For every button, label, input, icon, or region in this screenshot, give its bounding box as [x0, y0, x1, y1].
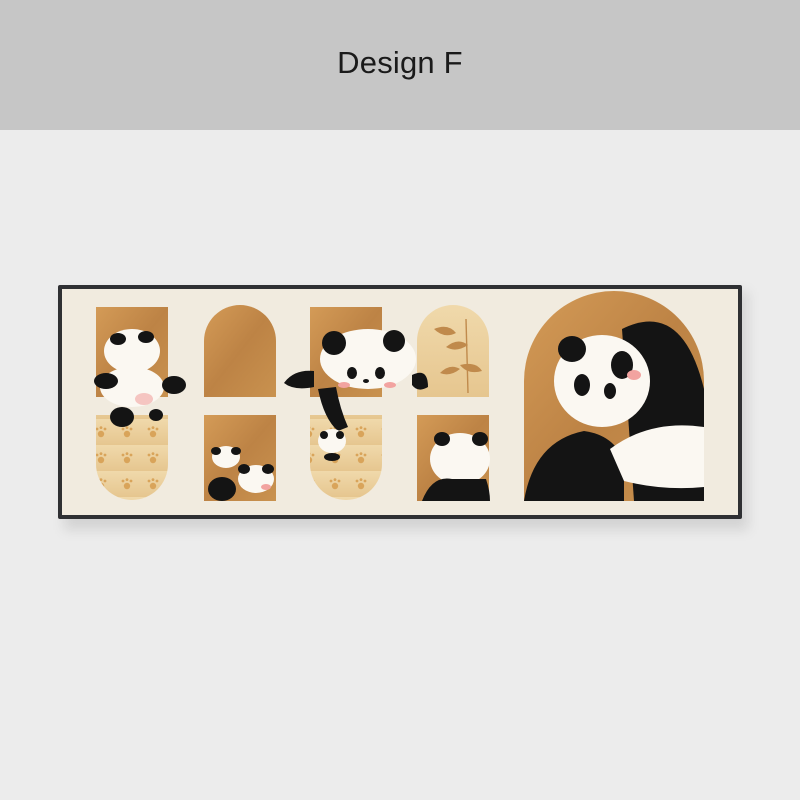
picture-frame	[58, 285, 742, 519]
page-title: Design F	[337, 45, 463, 80]
header-bar: Design F	[0, 0, 800, 130]
window-5-paws	[96, 415, 168, 500]
window-2	[204, 305, 276, 397]
panda-artwork	[62, 289, 738, 515]
